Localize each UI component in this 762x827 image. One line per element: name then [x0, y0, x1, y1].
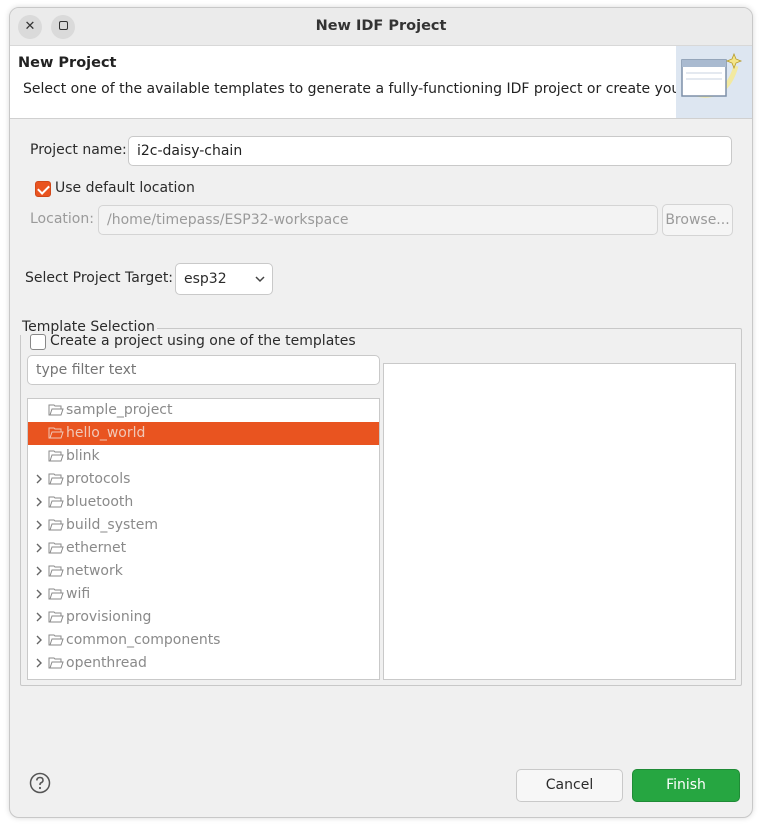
project-target-label: Select Project Target:	[25, 270, 174, 286]
chevron-right-icon[interactable]	[34, 658, 44, 668]
use-default-location-label: Use default location	[55, 180, 195, 196]
template-tree-item[interactable]: build_system	[28, 514, 379, 537]
new-idf-project-dialog: ✕ New IDF Project New Project Select one…	[9, 7, 753, 818]
template-tree-item[interactable]: common_components	[28, 629, 379, 652]
window-title: New IDF Project	[315, 18, 447, 34]
project-target-select[interactable]: esp32	[175, 263, 273, 295]
template-tree-item-label: provisioning	[66, 609, 152, 625]
banner-title: New Project	[18, 55, 117, 71]
use-default-location-checkbox[interactable]	[35, 181, 51, 197]
chevron-right-icon[interactable]	[34, 520, 44, 530]
chevron-right-icon[interactable]	[34, 497, 44, 507]
template-tree-item-label: common_components	[66, 632, 221, 648]
template-tree-item[interactable]: provisioning	[28, 606, 379, 629]
folder-icon	[48, 496, 64, 508]
template-tree-item-label: hello_world	[66, 425, 146, 441]
chevron-down-icon	[255, 276, 265, 283]
cancel-button[interactable]: Cancel	[516, 769, 623, 802]
template-tree-item-label: wifi	[66, 586, 91, 602]
use-templates-label: Create a project using one of the templa…	[50, 333, 356, 349]
folder-icon	[48, 565, 64, 577]
folder-icon	[48, 657, 64, 669]
folder-icon	[48, 519, 64, 531]
template-tree-item-label: blink	[66, 448, 100, 464]
location-input[interactable]	[98, 205, 658, 235]
template-tree-item[interactable]: network	[28, 560, 379, 583]
template-tree-item[interactable]: ethernet	[28, 537, 379, 560]
chevron-right-icon[interactable]	[34, 543, 44, 553]
use-templates-checkbox[interactable]	[30, 334, 46, 350]
folder-icon	[48, 427, 64, 439]
template-tree-item-label: build_system	[66, 517, 159, 533]
template-tree-item-label: sample_project	[66, 402, 173, 418]
template-tree-item[interactable]: protocols	[28, 468, 379, 491]
new-project-wizard-icon	[676, 46, 752, 118]
project-name-input[interactable]	[128, 136, 732, 166]
chevron-right-icon[interactable]	[34, 635, 44, 645]
template-tree-item-label: protocols	[66, 471, 131, 487]
template-tree-item-label: openthread	[66, 655, 147, 671]
template-tree-item[interactable]: sample_project	[28, 399, 379, 422]
folder-icon	[48, 588, 64, 600]
template-tree-item[interactable]: openthread	[28, 652, 379, 675]
template-tree-item[interactable]: bluetooth	[28, 491, 379, 514]
folder-icon	[48, 634, 64, 646]
folder-icon	[48, 450, 64, 462]
location-label: Location:	[30, 211, 94, 227]
chevron-right-icon[interactable]	[34, 612, 44, 622]
folder-icon	[48, 542, 64, 554]
project-target-value: esp32	[184, 271, 227, 287]
finish-button[interactable]: Finish	[632, 769, 740, 802]
folder-icon	[48, 473, 64, 485]
template-tree[interactable]: sample_project hello_worldblink protocols b…	[27, 398, 380, 680]
chevron-right-icon[interactable]	[34, 589, 44, 599]
browse-button[interactable]: Browse...	[662, 204, 733, 236]
project-name-label: Project name:	[30, 142, 127, 158]
wizard-banner: New Project Select one of the available …	[10, 46, 752, 119]
help-icon[interactable]	[29, 772, 51, 794]
folder-icon	[48, 611, 64, 623]
chevron-right-icon[interactable]	[34, 474, 44, 484]
template-tree-item[interactable]: blink	[28, 445, 379, 468]
folder-icon	[48, 404, 64, 416]
template-filter-input[interactable]	[27, 355, 380, 385]
template-tree-item[interactable]: hello_world	[28, 422, 379, 445]
template-tree-item-label: bluetooth	[66, 494, 134, 510]
template-tree-item-label: network	[66, 563, 123, 579]
chevron-right-icon[interactable]	[34, 566, 44, 576]
template-preview-pane	[383, 363, 736, 680]
template-tree-item[interactable]: wifi	[28, 583, 379, 606]
template-tree-item-label: ethernet	[66, 540, 127, 556]
banner-description: Select one of the available templates to…	[23, 81, 720, 97]
title-bar[interactable]: ✕ New IDF Project	[10, 8, 752, 46]
